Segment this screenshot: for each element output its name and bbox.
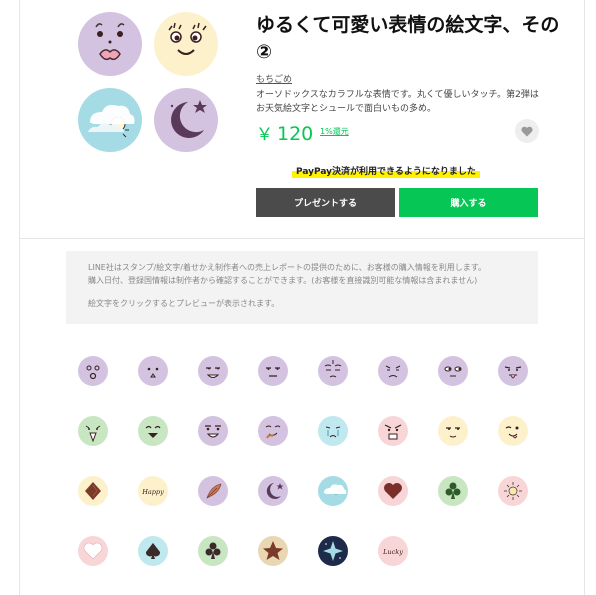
product-description: オーソドックスなカラフルな表情です。丸くて優しいタッチ。第2弾はお天気絵文字とシ… bbox=[256, 90, 539, 114]
smile-face-icon[interactable] bbox=[154, 12, 218, 76]
product-title: ゆるくて可愛い表情の絵文字、その② bbox=[256, 14, 560, 63]
heart-icon bbox=[521, 126, 533, 136]
lips-face-icon[interactable] bbox=[78, 12, 142, 76]
worried-face-icon[interactable] bbox=[378, 356, 408, 386]
club-icon[interactable] bbox=[198, 536, 228, 566]
coin-rebate-link[interactable]: 1%還元 bbox=[320, 126, 349, 137]
shout-face-icon[interactable] bbox=[78, 416, 108, 446]
notice-line-3: 絵文字をクリックするとプレビューが表示されます。 bbox=[88, 299, 280, 308]
flat-face-icon[interactable] bbox=[258, 356, 288, 386]
smug-face-icon[interactable] bbox=[438, 416, 468, 446]
paypay-notice[interactable]: PayPay決済が利用できるようになりました bbox=[292, 163, 480, 178]
happy-text: Happy bbox=[141, 488, 164, 496]
lucky-text: Lucky bbox=[382, 548, 403, 556]
price-symbol: ￥ bbox=[256, 125, 273, 145]
moon-star-icon[interactable] bbox=[154, 88, 218, 152]
tongue-face-icon[interactable] bbox=[498, 356, 528, 386]
price-value: 120 bbox=[277, 123, 314, 145]
sparkle-star-icon[interactable] bbox=[318, 536, 348, 566]
star-icon[interactable] bbox=[258, 536, 288, 566]
crying-face-icon[interactable] bbox=[318, 416, 348, 446]
small-mouth-face-icon[interactable] bbox=[138, 356, 168, 386]
drool-face-icon[interactable] bbox=[258, 416, 288, 446]
happy-text-icon[interactable]: Happy bbox=[138, 476, 168, 506]
chocolate-diamond-icon[interactable] bbox=[78, 476, 108, 506]
lucky-text-icon[interactable]: Lucky bbox=[378, 536, 408, 566]
laughing-face-icon[interactable] bbox=[138, 416, 168, 446]
cloudy-icon[interactable] bbox=[318, 476, 348, 506]
feather-icon[interactable] bbox=[198, 476, 228, 506]
price: ￥ 120 bbox=[256, 120, 313, 145]
spade-icon[interactable] bbox=[138, 536, 168, 566]
moon-star-icon[interactable] bbox=[258, 476, 288, 506]
sun-icon[interactable] bbox=[498, 476, 528, 506]
present-button[interactable]: プレゼントする bbox=[256, 188, 395, 217]
club-icon[interactable] bbox=[438, 476, 468, 506]
buy-button[interactable]: 購入する bbox=[399, 188, 538, 217]
cloud-sun-icon[interactable] bbox=[78, 88, 142, 152]
smirk-face-icon[interactable] bbox=[198, 416, 228, 446]
wink-tongue-face-icon[interactable] bbox=[498, 416, 528, 446]
surprised-face-icon[interactable] bbox=[78, 356, 108, 386]
notice-line-2: 購入日付、登録国情報は制作者から確認することができます。(お客様を直接識別可能な… bbox=[88, 276, 478, 285]
purchase-info-notice: LINE社はスタンプ/絵文字/着せかえ制作者への売上レポートの提供のために、お客… bbox=[66, 251, 538, 324]
product-hero: ゆるくて可愛い表情の絵文字、その② もちごめ オーソドックスなカラフルな表情です… bbox=[20, 0, 584, 239]
sweating-face-icon[interactable] bbox=[318, 356, 348, 386]
author-link[interactable]: もちごめ bbox=[256, 72, 292, 85]
grin-face-icon[interactable] bbox=[198, 356, 228, 386]
heart-outline-icon[interactable] bbox=[78, 536, 108, 566]
notice-line-1: LINE社はスタンプ/絵文字/着せかえ制作者への売上レポートの提供のために、お客… bbox=[88, 263, 486, 272]
heart-icon[interactable] bbox=[378, 476, 408, 506]
frame-right-border bbox=[584, 0, 585, 595]
favorite-button[interactable] bbox=[515, 119, 539, 143]
side-eye-face-icon[interactable] bbox=[438, 356, 468, 386]
angry-face-icon[interactable] bbox=[378, 416, 408, 446]
